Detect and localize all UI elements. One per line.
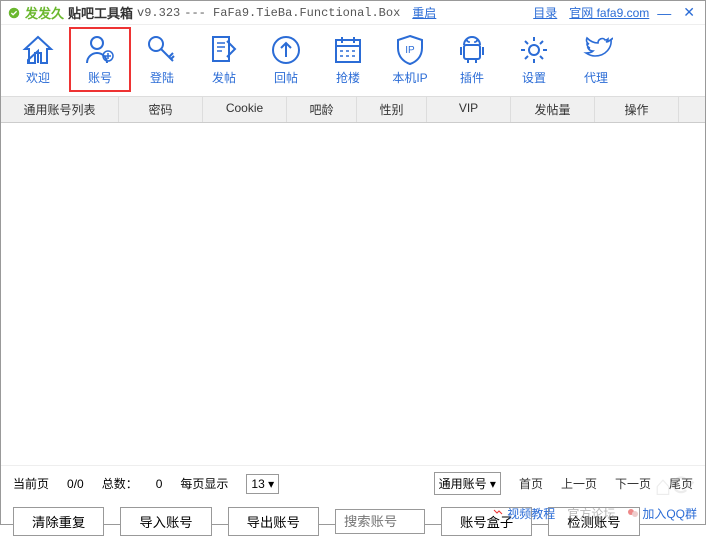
perpage-label: 每页显示 — [180, 475, 228, 492]
toolbar-label: 发帖 — [212, 69, 236, 86]
edit-icon — [207, 33, 241, 67]
page-label: 当前页 — [13, 475, 49, 492]
restart-link[interactable]: 重启 — [412, 4, 436, 21]
toolbar-label: 账号 — [88, 69, 112, 86]
forum-link[interactable]: 官方论坛 — [567, 505, 615, 522]
toolbar-plugin[interactable]: 插件 — [441, 27, 503, 92]
app-title: 贴吧工具箱 — [68, 3, 133, 22]
toolbar-settings[interactable]: 设置 — [503, 27, 565, 92]
app-brand: 发发久 — [25, 3, 64, 22]
total-value: 0 — [156, 477, 163, 491]
last-page-button[interactable]: 尾页 — [669, 475, 693, 492]
toolbar-proxy[interactable]: 代理 — [565, 27, 627, 92]
app-logo-icon — [7, 6, 21, 20]
official-site-link[interactable]: 官网 fafa9.com — [569, 4, 649, 21]
column-header[interactable]: 发帖量 — [511, 97, 595, 122]
column-header[interactable]: Cookie — [203, 97, 287, 122]
toolbar-label: 抢楼 — [336, 69, 360, 86]
toolbar-label: 欢迎 — [26, 69, 50, 86]
titlebar: 发发久 贴吧工具箱 v9.323 --- FaFa9.TieBa.Functio… — [1, 1, 705, 25]
calendar-icon — [331, 33, 365, 67]
main-toolbar: 欢迎 账号 登陆 发帖 回帖 抢楼 IP 本机IP 插件 设置 代理 — [1, 25, 705, 96]
home-icon — [21, 33, 55, 67]
status-bar: 当前页 0/0 总数： 0 每页显示 13 ▾ 通用账号 ▾ 首页 上一页 下一… — [1, 465, 705, 501]
dedupe-button[interactable]: 清除重复 — [13, 507, 104, 536]
export-button[interactable]: 导出账号 — [228, 507, 319, 536]
total-label: 总数： — [102, 475, 138, 492]
prev-page-button[interactable]: 上一页 — [561, 475, 597, 492]
column-header[interactable]: 通用账号列表 — [1, 97, 119, 122]
column-headers: 通用账号列表密码Cookie吧龄性别VIP发帖量操作 — [1, 96, 705, 123]
toolbar-reply[interactable]: 回帖 — [255, 27, 317, 92]
page-value: 0/0 — [67, 477, 84, 491]
bird-icon — [579, 33, 613, 67]
toolbar-label: 设置 — [522, 69, 546, 86]
toolbar-login[interactable]: 登陆 — [131, 27, 193, 92]
toolbar-welcome[interactable]: 欢迎 — [7, 27, 69, 92]
column-header[interactable]: 密码 — [119, 97, 203, 122]
import-button[interactable]: 导入账号 — [120, 507, 211, 536]
footer-links: 视频教程 官方论坛 加入QQ群 — [492, 505, 697, 522]
toolbar-snatch[interactable]: 抢楼 — [317, 27, 379, 92]
filter-select[interactable]: 通用账号 ▾ — [434, 472, 501, 495]
catalog-link[interactable]: 目录 — [533, 4, 557, 21]
ip-shield-icon: IP — [393, 33, 427, 67]
column-header[interactable]: VIP — [427, 97, 511, 122]
toolbar-label: 回帖 — [274, 69, 298, 86]
column-header[interactable]: 操作 — [595, 97, 679, 122]
toolbar-ip[interactable]: IP 本机IP — [379, 27, 441, 92]
account-list — [1, 123, 705, 465]
gear-icon — [517, 33, 551, 67]
upload-circle-icon — [269, 33, 303, 67]
column-header[interactable]: 性别 — [357, 97, 427, 122]
toolbar-post[interactable]: 发帖 — [193, 27, 255, 92]
toolbar-label: 代理 — [584, 69, 608, 86]
svg-text:IP: IP — [405, 45, 415, 56]
search-input[interactable] — [335, 509, 425, 534]
perpage-select[interactable]: 13 ▾ — [246, 474, 279, 494]
first-page-button[interactable]: 首页 — [519, 475, 543, 492]
qq-group-link[interactable]: 加入QQ群 — [627, 505, 697, 522]
minimize-button[interactable]: — — [653, 5, 675, 21]
app-subtitle: --- FaFa9.TieBa.Functional.Box — [184, 6, 400, 20]
close-button[interactable]: ✕ — [679, 4, 699, 21]
android-icon — [455, 33, 489, 67]
next-page-button[interactable]: 下一页 — [615, 475, 651, 492]
toolbar-label: 登陆 — [150, 69, 174, 86]
column-header[interactable]: 吧龄 — [287, 97, 357, 122]
toolbar-label: 插件 — [460, 69, 484, 86]
app-version: v9.323 — [137, 6, 180, 20]
key-icon — [145, 33, 179, 67]
video-tutorial-link[interactable]: 视频教程 — [492, 505, 555, 522]
toolbar-label: 本机IP — [392, 69, 427, 86]
user-plus-icon — [83, 33, 117, 67]
toolbar-account[interactable]: 账号 — [69, 27, 131, 92]
